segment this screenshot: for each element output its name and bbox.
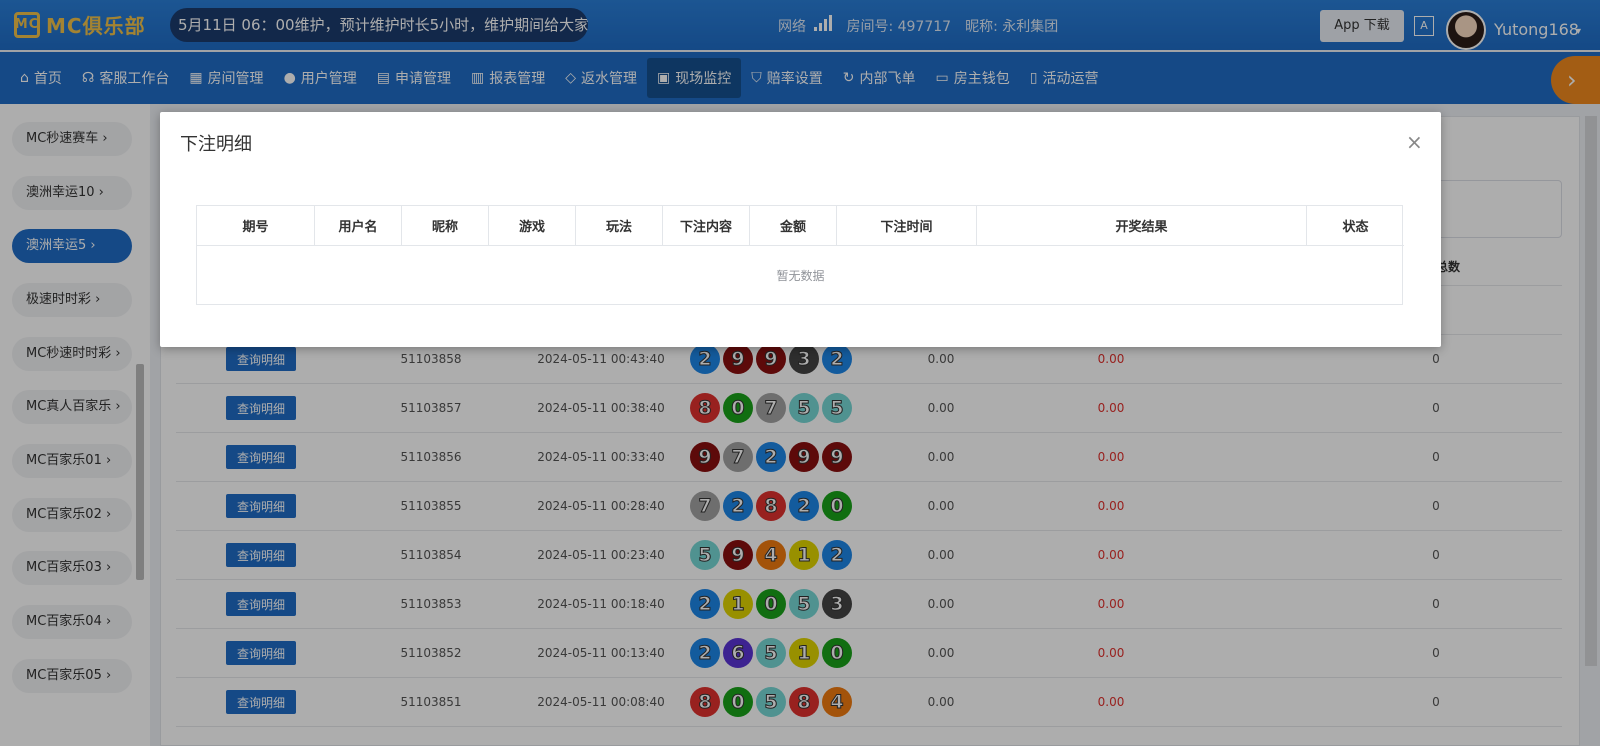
modal-column-header: 昵称 [402, 206, 489, 246]
modal-column-header: 开奖结果 [977, 206, 1307, 246]
close-icon[interactable]: × [1406, 130, 1423, 154]
modal-column-header: 下注时间 [837, 206, 977, 246]
bet-detail-table: 暂无数据 期号 用户名 昵称 游戏 玩法 下注内容 金额 下注时间 开奖结果 状态 [196, 205, 1404, 305]
modal-column-header: 金额 [750, 206, 837, 246]
modal-column-header: 状态 [1307, 206, 1404, 246]
modal-column-header: 玩法 [576, 206, 663, 246]
bet-detail-modal: 下注明细 × 暂无数据 期号 用户名 昵称 游戏 玩法 下注内容 金额 下注时间 开奖结果 状态 [160, 112, 1441, 347]
modal-column-header: 用户名 [315, 206, 402, 246]
modal-title: 下注明细 [180, 134, 252, 155]
modal-column-header: 期号 [197, 206, 315, 246]
modal-column-header: 下注内容 [663, 206, 750, 246]
modal-column-header: 游戏 [489, 206, 576, 246]
empty-message: 暂无数据 [776, 268, 825, 283]
